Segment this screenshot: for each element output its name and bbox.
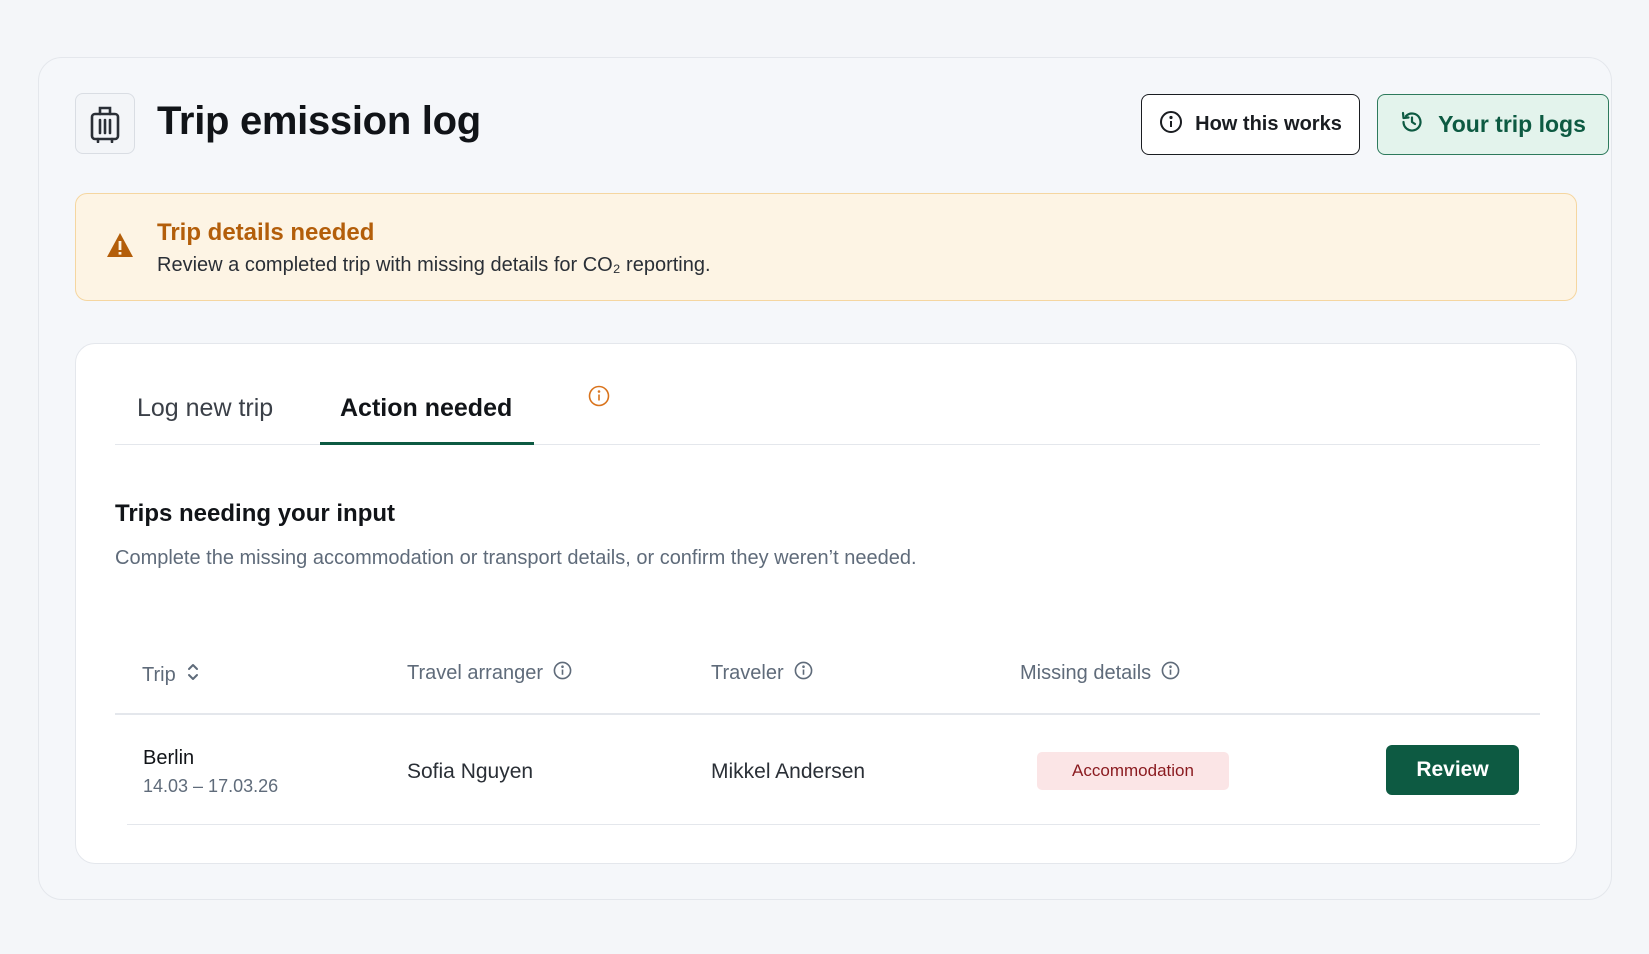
tab-bar: Log new trip Action needed [115, 344, 1540, 445]
column-label-missing-details: Missing details [1020, 662, 1152, 684]
table-row: Berlin 14.03 – 17.03.26 Sofia Nguyen Mik… [115, 715, 1540, 825]
trip-dates: 14.03 – 17.03.26 [143, 776, 279, 796]
your-trip-logs-label: Your trip logs [1438, 111, 1586, 137]
info-circle-icon [1159, 110, 1183, 140]
how-this-works-button[interactable]: How this works [1141, 94, 1360, 155]
alert-title: Trip details needed [157, 219, 375, 246]
column-label-travel-arranger: Travel arranger [407, 662, 543, 684]
info-circle-icon [588, 385, 610, 412]
your-trip-logs-button[interactable]: Your trip logs [1377, 94, 1609, 155]
column-header-missing-details: Missing details [1020, 661, 1180, 686]
tab-log-new-trip[interactable]: Log new trip [137, 394, 273, 423]
active-tab-indicator [320, 442, 534, 445]
column-header-traveler: Traveler [711, 661, 813, 686]
history-icon [1400, 110, 1424, 140]
trip-name: Berlin [143, 747, 195, 769]
column-label-trip: Trip [142, 663, 176, 686]
column-label-traveler: Traveler [711, 662, 784, 684]
warning-triangle-icon [106, 232, 134, 263]
travel-arranger-cell: Sofia Nguyen [407, 760, 534, 783]
section-description: Complete the missing accommodation or tr… [115, 547, 917, 569]
tab-action-needed[interactable]: Action needed [340, 394, 512, 423]
missing-details-badge: Accommodation [1037, 752, 1229, 790]
traveler-cell: Mikkel Andersen [711, 760, 866, 783]
alert-banner: Trip details needed Review a completed t… [75, 193, 1577, 301]
sort-icon[interactable] [186, 661, 200, 689]
alert-text: Review a completed trip with missing det… [157, 254, 711, 276]
info-circle-icon[interactable] [1161, 661, 1180, 686]
suitcase-icon [75, 93, 135, 154]
row-divider [127, 824, 1540, 825]
page-header: Trip emission log How this works Your tr… [75, 93, 1609, 155]
review-button[interactable]: Review [1386, 745, 1519, 795]
how-this-works-label: How this works [1195, 113, 1342, 135]
column-header-trip[interactable]: Trip [142, 661, 200, 689]
column-header-travel-arranger: Travel arranger [407, 661, 572, 686]
info-circle-icon[interactable] [794, 661, 813, 686]
info-circle-icon[interactable] [553, 661, 572, 686]
main-panel: Trip emission log How this works Your tr… [38, 57, 1612, 900]
page-title: Trip emission log [157, 99, 481, 143]
section-title: Trips needing your input [115, 500, 396, 527]
trips-card: Log new trip Action needed Trips needing… [75, 343, 1577, 864]
